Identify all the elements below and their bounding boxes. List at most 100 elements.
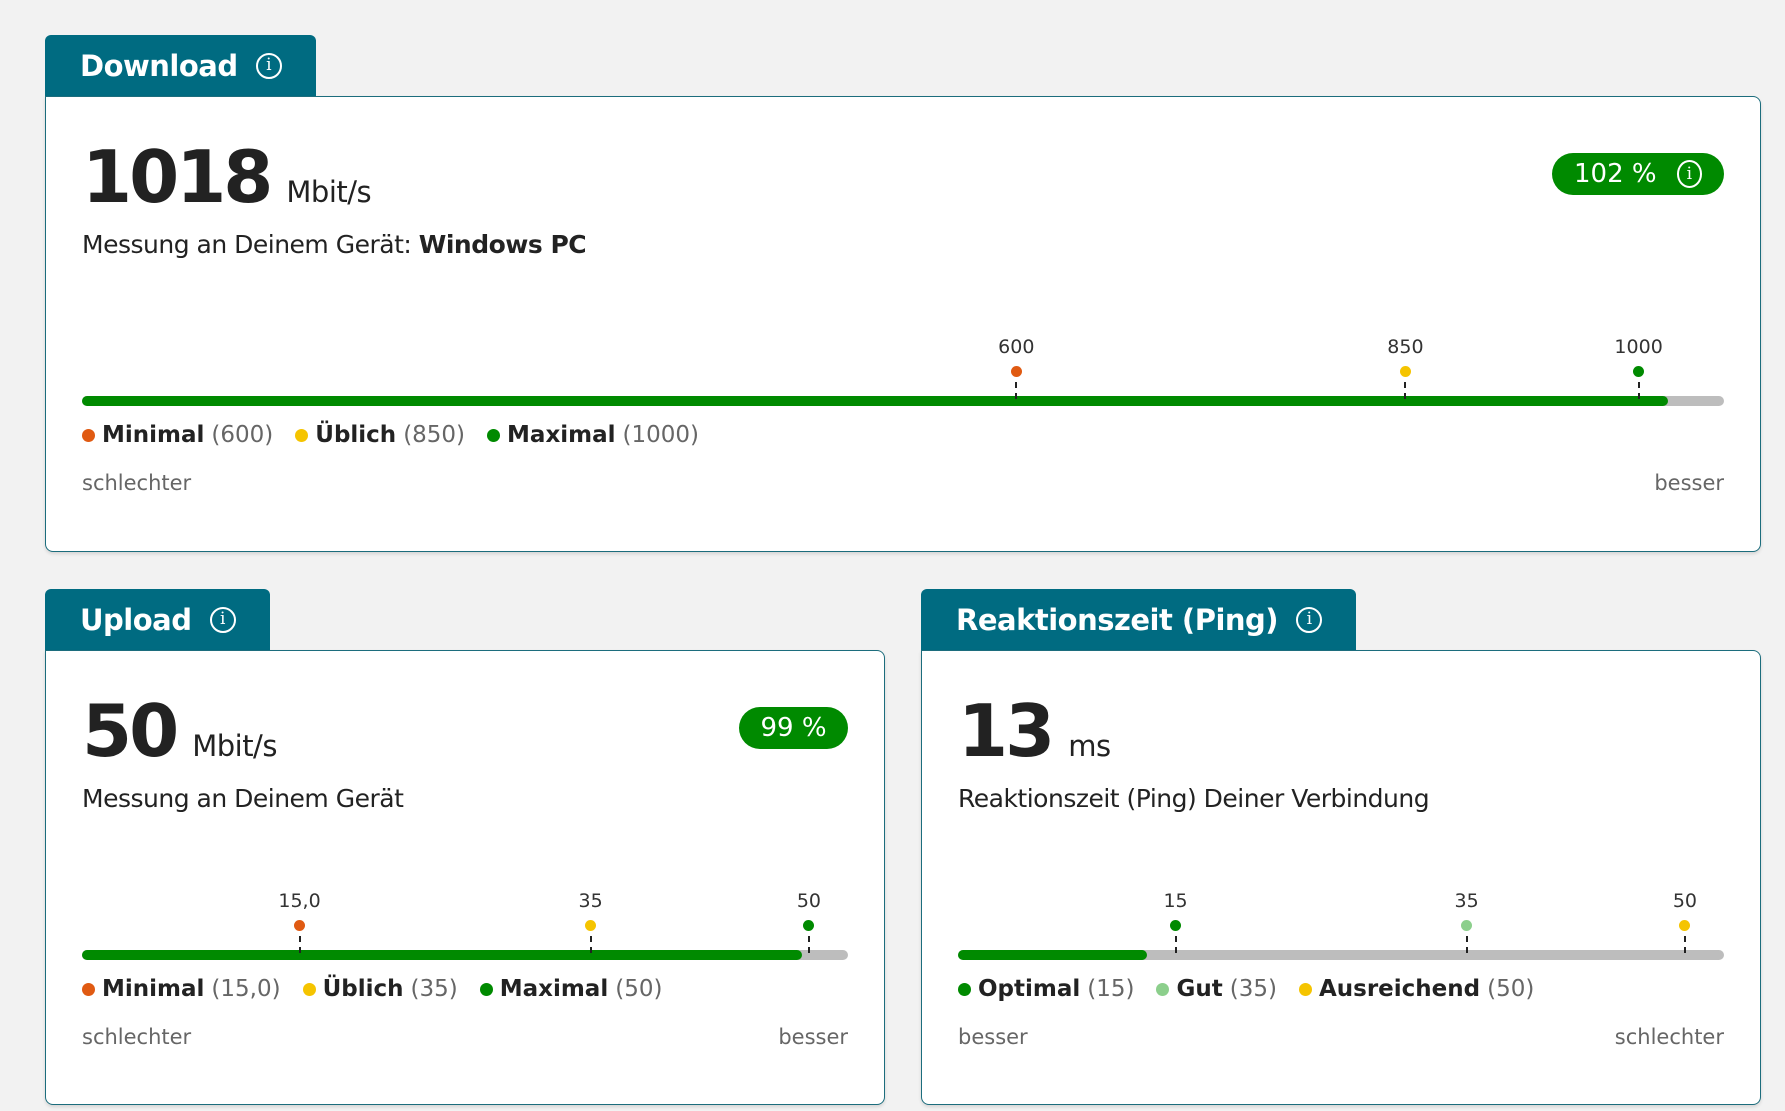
upload-card: Upload i 50 Mbit/s Messung an Deinem Ger… xyxy=(45,589,885,1105)
legend-name: Üblich xyxy=(322,976,404,1002)
ping-scale-better: besser xyxy=(958,1025,1028,1049)
marker-label: 50 xyxy=(1672,890,1698,912)
legend-dot xyxy=(958,982,971,996)
download-scale-worse: schlechter xyxy=(82,471,192,495)
legend-dot xyxy=(479,982,493,996)
marker-dot xyxy=(1461,920,1473,931)
ping-title: Reaktionszeit (Ping) xyxy=(956,602,1279,637)
device-name: Windows PC xyxy=(418,230,587,259)
legend-dot xyxy=(487,428,501,442)
download-unit: Mbit/s xyxy=(286,175,372,209)
legend-value: (15) xyxy=(1087,976,1135,1002)
upload-scale-better: besser xyxy=(778,1025,848,1049)
legend-name: Üblich xyxy=(315,422,397,448)
ping-legend: Optimal (15) Gut (35) Ausreichend (50) xyxy=(958,976,1556,1002)
upload-progress-track: 15,0 35 50 xyxy=(82,890,848,960)
marker-tick xyxy=(1015,382,1018,399)
download-percent: 102 % xyxy=(1574,159,1657,189)
legend-dot xyxy=(1156,982,1170,996)
legend-item-maximal: Maximal (1000) xyxy=(487,422,699,448)
legend-name: Optimal xyxy=(978,976,1081,1002)
upload-panel: 50 Mbit/s Messung an Deinem Gerät 99 % 1… xyxy=(45,650,885,1105)
upload-progress-fill xyxy=(82,950,803,960)
marker-tick xyxy=(298,936,301,953)
marker-tick xyxy=(1465,936,1468,953)
info-icon[interactable]: i xyxy=(255,52,282,79)
info-icon[interactable]: i xyxy=(1676,160,1702,188)
download-percent-badge[interactable]: 102 % i xyxy=(1552,153,1724,195)
ping-unit: ms xyxy=(1068,729,1111,763)
legend-value: (35) xyxy=(410,976,458,1002)
marker-label: 35 xyxy=(578,890,603,912)
marker-tick xyxy=(807,936,810,953)
upload-subtitle: Messung an Deinem Gerät xyxy=(82,784,404,813)
download-tab: Download i xyxy=(45,35,316,96)
legend-name: Minimal xyxy=(102,422,205,448)
ping-value-row: 13 ms xyxy=(958,695,1111,767)
legend-item-typical: Üblich (35) xyxy=(302,976,458,1002)
legend-item-good: Gut (35) xyxy=(1156,976,1277,1002)
legend-name: Minimal xyxy=(102,976,205,1002)
upload-tab: Upload i xyxy=(45,589,270,650)
legend-value: (600) xyxy=(211,422,274,448)
legend-name: Gut xyxy=(1176,976,1223,1002)
download-subtitle-prefix: Messung an Deinem Gerät: xyxy=(82,230,419,259)
legend-name: Maximal xyxy=(499,976,609,1002)
legend-item-minimal: Minimal (15,0) xyxy=(82,976,281,1002)
marker-dot xyxy=(803,920,815,931)
marker-dot xyxy=(294,920,306,931)
marker-dot xyxy=(1399,366,1411,377)
marker-label: 1000 xyxy=(1614,336,1663,358)
ping-scale-worse: schlechter xyxy=(1614,1025,1724,1049)
marker-label: 600 xyxy=(998,336,1035,358)
legend-dot xyxy=(302,982,316,996)
legend-item-minimal: Minimal (600) xyxy=(82,422,273,448)
download-scale-better: besser xyxy=(1654,471,1724,495)
legend-name: Ausreichend xyxy=(1318,976,1481,1002)
marker-tick xyxy=(589,936,592,953)
legend-dot xyxy=(82,428,95,442)
ping-panel: 13 ms Reaktionszeit (Ping) Deiner Verbin… xyxy=(921,650,1761,1105)
ping-subtitle: Reaktionszeit (Ping) Deiner Verbindung xyxy=(958,784,1430,813)
download-panel: 1018 Mbit/s Messung an Deinem Gerät: Win… xyxy=(45,96,1761,552)
marker-dot xyxy=(1010,366,1022,377)
ping-card: Reaktionszeit (Ping) i 13 ms Reaktionsze… xyxy=(921,589,1761,1105)
marker-dot xyxy=(1679,920,1691,931)
upload-scale-worse: schlechter xyxy=(82,1025,192,1049)
legend-dot xyxy=(1298,982,1312,996)
ping-progress-track: 15 35 50 xyxy=(958,890,1724,960)
marker-label: 15 xyxy=(1163,890,1188,912)
legend-name: Maximal xyxy=(507,422,616,448)
info-icon[interactable]: i xyxy=(209,606,236,633)
upload-title: Upload xyxy=(80,602,192,637)
legend-item-optimal: Optimal (15) xyxy=(958,976,1134,1002)
legend-dot xyxy=(295,428,309,442)
marker-label: 50 xyxy=(796,890,822,912)
upload-value: 50 xyxy=(82,689,179,773)
ping-value: 13 xyxy=(958,689,1055,773)
legend-value: (35) xyxy=(1229,976,1277,1002)
legend-value: (50) xyxy=(1487,976,1535,1002)
download-legend: Minimal (600) Üblich (850) Maximal (1000… xyxy=(82,422,721,448)
upload-percent-badge[interactable]: 99 % xyxy=(739,707,848,749)
upload-legend: Minimal (15,0) Üblich (35) Maximal (50) xyxy=(82,976,684,1002)
marker-dot xyxy=(1170,920,1182,931)
marker-dot xyxy=(585,920,597,931)
marker-tick xyxy=(1174,936,1177,953)
ping-tab: Reaktionszeit (Ping) i xyxy=(921,589,1357,650)
legend-value: (1000) xyxy=(622,422,700,448)
download-card: Download i 1018 Mbit/s Messung an Deinem… xyxy=(45,35,1761,552)
legend-item-typical: Üblich (850) xyxy=(295,422,465,448)
legend-value: (15,0) xyxy=(211,976,281,1002)
info-icon[interactable]: i xyxy=(1296,606,1323,633)
marker-tick xyxy=(1637,382,1640,399)
download-subtitle: Messung an Deinem Gerät: Windows PC xyxy=(82,230,587,259)
upload-value-row: 50 Mbit/s xyxy=(82,695,277,767)
marker-label: 15,0 xyxy=(278,890,321,912)
download-progress-fill xyxy=(82,396,1669,406)
download-title: Download xyxy=(80,48,238,83)
download-progress-track: 600 850 1000 xyxy=(82,336,1724,406)
legend-value: (850) xyxy=(403,422,466,448)
legend-item-maximal: Maximal (50) xyxy=(479,976,662,1002)
upload-percent: 99 % xyxy=(760,713,827,743)
